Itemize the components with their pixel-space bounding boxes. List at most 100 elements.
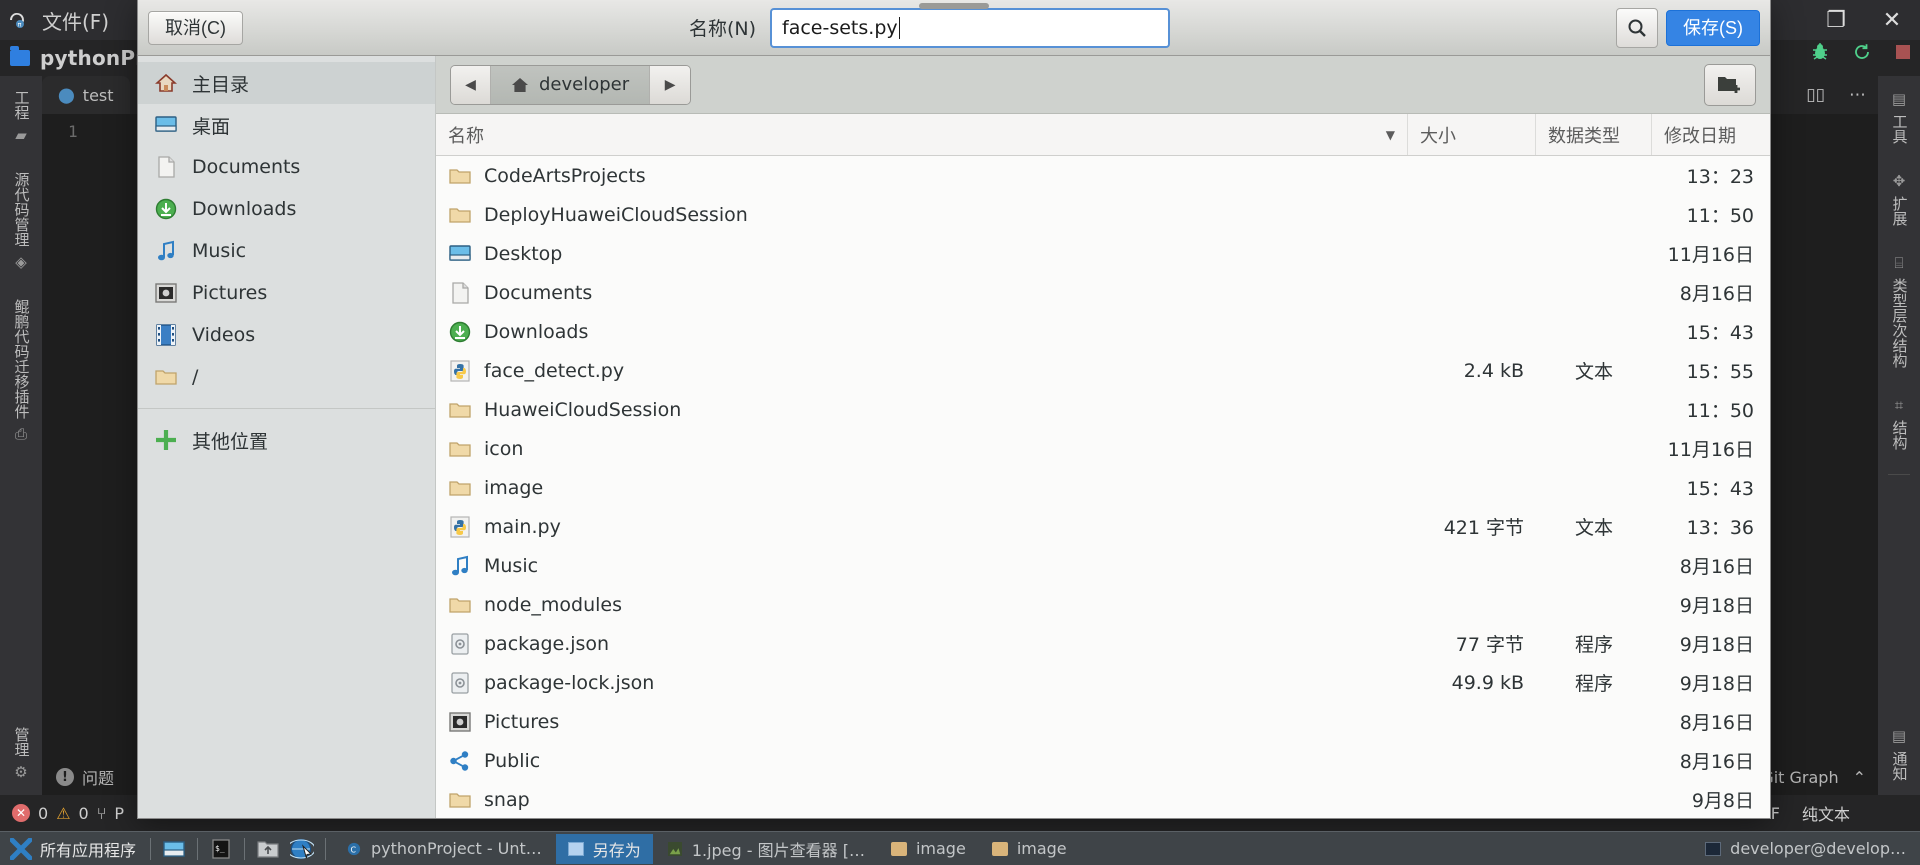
column-header-date[interactable]: 修改日期 bbox=[1652, 114, 1770, 155]
taskbar-item-image-1[interactable]: image bbox=[879, 834, 978, 864]
sidebar-item-tools[interactable]: ▤ 工具 bbox=[1890, 76, 1909, 158]
table-row[interactable]: package-lock.json 49.9 kB 程序 9月18日 bbox=[436, 663, 1770, 702]
restart-icon[interactable] bbox=[1852, 42, 1872, 62]
table-row[interactable]: node_modules 9月18日 bbox=[436, 585, 1770, 624]
table-row[interactable]: icon 11月16日 bbox=[436, 429, 1770, 468]
migration-plugin-icon: ⎙ bbox=[14, 425, 27, 443]
panel-maximize-icon[interactable]: ⌃ bbox=[1853, 768, 1866, 787]
sidebar-item-notifications[interactable]: ▤ 通知 bbox=[1891, 713, 1909, 795]
source-control-icon: ◈ bbox=[15, 253, 27, 271]
ide-icon: C bbox=[347, 842, 361, 855]
table-row[interactable]: Documents 8月16日 bbox=[436, 273, 1770, 312]
restore-icon[interactable]: ❐ bbox=[1808, 0, 1864, 40]
ide-left-activity-bar: 工程 ▰ 源代码管理 ◈ 鲲鹏代码迁移插件 ⎙ 管理 ⚙ bbox=[0, 76, 42, 795]
stop-icon[interactable] bbox=[1894, 43, 1912, 61]
column-header-name[interactable]: 名称 ▼ bbox=[436, 114, 1408, 155]
place-item-videos[interactable]: Videos bbox=[138, 314, 435, 356]
place-item-music[interactable]: Music bbox=[138, 230, 435, 272]
place-item-documents[interactable]: Documents bbox=[138, 146, 435, 188]
column-header-size[interactable]: 大小 bbox=[1408, 114, 1536, 155]
table-row[interactable]: face_detect.py 2.4 kB 文本 15：55 bbox=[436, 351, 1770, 390]
breadcrumb-current[interactable]: developer bbox=[491, 65, 651, 104]
taskbar-item-image-viewer[interactable]: 1.jpeg - 图片查看器 [… bbox=[655, 834, 877, 864]
sidebar-item-manage[interactable]: 管理 ⚙ bbox=[13, 713, 31, 795]
place-label: 其他位置 bbox=[192, 430, 269, 453]
taskbar-item-image-2[interactable]: image bbox=[980, 834, 1079, 864]
place-item-other-locations[interactable]: 其他位置 bbox=[138, 419, 435, 461]
folder-icon bbox=[448, 203, 472, 227]
table-row[interactable]: main.py 421 字节 文本 13：36 bbox=[436, 507, 1770, 546]
table-row[interactable]: image 15：43 bbox=[436, 468, 1770, 507]
place-item-desktop[interactable]: 桌面 bbox=[138, 104, 435, 146]
taskbar-item-save-as[interactable]: 另存为 bbox=[555, 833, 653, 864]
place-item-home[interactable]: 主目录 bbox=[138, 62, 435, 104]
files-drawer-icon[interactable] bbox=[159, 835, 189, 863]
chevron-left-icon[interactable]: ◀ bbox=[451, 65, 491, 104]
type-hierarchy-icon: ⌸ bbox=[1894, 254, 1904, 272]
file-type-cell: 程序 bbox=[1574, 673, 1613, 695]
sidebar-item-source-control[interactable]: 源代码管理 ◈ bbox=[13, 158, 31, 285]
warning-icon: ⚠ bbox=[56, 803, 71, 823]
ide-menu-file[interactable]: 文件(F) bbox=[34, 6, 117, 35]
close-icon[interactable]: ✕ bbox=[1864, 0, 1920, 40]
place-item-downloads[interactable]: Downloads bbox=[138, 188, 435, 230]
sidebar-item-label: 工具 bbox=[1890, 114, 1909, 144]
editor-tab-test[interactable]: ⬤ test bbox=[42, 76, 130, 114]
taskbar-divider bbox=[150, 837, 152, 860]
column-header-type[interactable]: 数据类型 bbox=[1536, 114, 1652, 155]
panel-tab-problems[interactable]: 问题 bbox=[82, 765, 114, 789]
download-icon bbox=[154, 197, 178, 221]
place-item-pictures[interactable]: Pictures bbox=[138, 272, 435, 314]
more-actions-icon[interactable]: ⋯ bbox=[1837, 85, 1878, 105]
save-button[interactable]: 保存(S) bbox=[1666, 9, 1760, 46]
image-viewer-icon bbox=[667, 841, 682, 856]
file-list[interactable]: CodeArtsProjects 13：23 DeployHuaweiCloudSe… bbox=[436, 156, 1770, 818]
table-row[interactable]: Pictures 8月16日 bbox=[436, 702, 1770, 741]
split-editor-icon[interactable]: ▯▯ bbox=[1794, 85, 1837, 105]
browser-icon[interactable] bbox=[287, 835, 317, 863]
file-name-label: Public bbox=[484, 749, 541, 772]
taskbar-divider bbox=[197, 837, 199, 860]
sidebar-item-project[interactable]: 工程 ▰ bbox=[13, 76, 31, 158]
sidebar-item-label: 扩展 bbox=[1890, 196, 1909, 226]
table-row[interactable]: Desktop 11月16日 bbox=[436, 234, 1770, 273]
document-icon bbox=[448, 281, 472, 305]
git-graph-label[interactable]: Git Graph bbox=[1761, 768, 1838, 787]
file-manager-icon[interactable] bbox=[253, 835, 283, 863]
sidebar-item-type-hierarchy[interactable]: ⌸ 类型层次结构 bbox=[1891, 240, 1909, 382]
new-folder-icon[interactable] bbox=[1704, 63, 1756, 106]
python-icon: ⬤ bbox=[58, 86, 75, 104]
sidebar-item-extensions[interactable]: ✥ 扩展 bbox=[1890, 158, 1909, 240]
taskbar-item-pythonproject[interactable]: C pythonProject - Unt… bbox=[334, 834, 554, 864]
table-row[interactable]: CodeArtsProjects 13：23 bbox=[436, 156, 1770, 195]
file-name-cell: icon bbox=[436, 437, 1408, 461]
cancel-button[interactable]: 取消(C) bbox=[148, 10, 243, 45]
table-row[interactable]: Public 8月16日 bbox=[436, 741, 1770, 780]
terminal-icon[interactable]: $_ bbox=[206, 835, 236, 863]
debug-bug-icon[interactable] bbox=[1810, 42, 1830, 62]
file-name-label: image bbox=[484, 476, 544, 499]
start-menu-button[interactable]: 所有应用程序 bbox=[0, 832, 146, 865]
table-row[interactable]: snap 9月8日 bbox=[436, 780, 1770, 818]
table-row[interactable]: Music 8月16日 bbox=[436, 546, 1770, 585]
chevron-right-icon[interactable]: ▶ bbox=[650, 65, 691, 104]
sidebar-item-migration-plugin[interactable]: 鲲鹏代码迁移插件 ⎙ bbox=[13, 285, 31, 457]
places-divider bbox=[138, 408, 435, 409]
file-date-cell: 8月16日 bbox=[1679, 712, 1754, 734]
branch-icon[interactable]: ⑂ bbox=[97, 804, 107, 823]
status-language[interactable]: 纯文本 bbox=[1802, 801, 1850, 825]
filename-input[interactable]: face-sets.py bbox=[770, 7, 1171, 48]
table-row[interactable]: Downloads 15：43 bbox=[436, 312, 1770, 351]
table-row[interactable]: HuaweiCloudSession 11：50 bbox=[436, 390, 1770, 429]
sidebar-item-structure[interactable]: ⌗ 结构 bbox=[1891, 382, 1909, 464]
file-date-cell: 9月8日 bbox=[1691, 790, 1754, 812]
table-row[interactable]: package.json 77 字节 程序 9月18日 bbox=[436, 624, 1770, 663]
dialog-drag-handle[interactable] bbox=[919, 3, 989, 9]
table-row[interactable]: DeployHuaweiCloudSession 11：50 bbox=[436, 195, 1770, 234]
taskbar-item-terminal[interactable]: developer@develop… bbox=[1693, 834, 1918, 864]
place-item-root[interactable]: / bbox=[138, 356, 435, 398]
video-icon bbox=[154, 323, 178, 347]
place-label: 桌面 bbox=[192, 115, 231, 138]
search-icon[interactable] bbox=[1616, 7, 1658, 48]
start-menu-label: 所有应用程序 bbox=[40, 840, 137, 860]
